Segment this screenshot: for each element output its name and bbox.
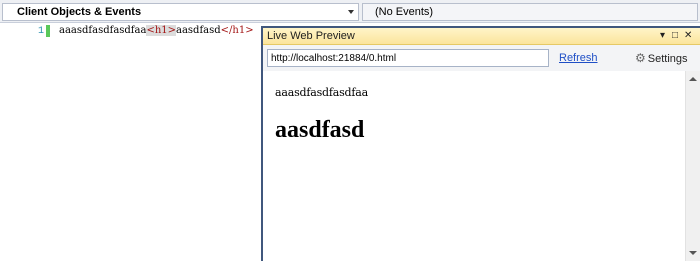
live-web-preview-window: Live Web Preview ▾ □ ✕ http://localhost:… — [261, 26, 700, 261]
line-number: 1 — [37, 26, 44, 37]
vertical-scrollbar[interactable] — [685, 71, 700, 261]
preview-title-bar[interactable]: Live Web Preview ▾ □ ✕ — [263, 28, 700, 45]
pin-icon[interactable]: ▾ — [660, 29, 665, 43]
settings-label: Settings — [647, 53, 688, 65]
code-heading-text: aasdfasd — [176, 25, 221, 36]
gear-icon: ⚙ — [635, 51, 646, 65]
close-icon[interactable]: ✕ — [684, 29, 692, 43]
navigation-bar: Client Objects & Events (No Events) — [0, 0, 700, 23]
code-close-tag: </h1> — [220, 25, 254, 36]
code-text: aaasdfasdfasdfaa — [59, 25, 147, 36]
preview-heading: aasdfasd — [275, 117, 365, 143]
client-objects-combo[interactable]: Client Objects & Events — [2, 3, 359, 21]
events-combo-label: (No Events) — [375, 6, 434, 18]
preview-title: Live Web Preview — [267, 30, 355, 42]
preview-toolbar: http://localhost:21884/0.html Refresh ⚙ S… — [263, 45, 700, 71]
events-combo[interactable]: (No Events) — [362, 3, 698, 21]
scroll-down-icon[interactable] — [689, 251, 697, 255]
scroll-up-icon[interactable] — [689, 77, 697, 81]
chevron-down-icon[interactable] — [348, 10, 354, 14]
settings-button[interactable]: ⚙ Settings — [635, 51, 688, 65]
maximize-icon[interactable]: □ — [672, 29, 678, 43]
change-marker — [46, 25, 50, 37]
preview-content: aaasdfasdfasdfaa aasdfasd — [263, 71, 685, 261]
code-open-tag: <h1> — [146, 25, 176, 36]
preview-paragraph: aaasdfasdfasdfaa — [275, 86, 368, 99]
refresh-link[interactable]: Refresh — [559, 52, 598, 64]
client-objects-combo-label: Client Objects & Events — [17, 6, 142, 18]
url-input[interactable]: http://localhost:21884/0.html — [267, 49, 549, 67]
code-line[interactable]: aaasdfasdfasdfaa<h1>aasdfasd</h1> — [59, 25, 254, 37]
